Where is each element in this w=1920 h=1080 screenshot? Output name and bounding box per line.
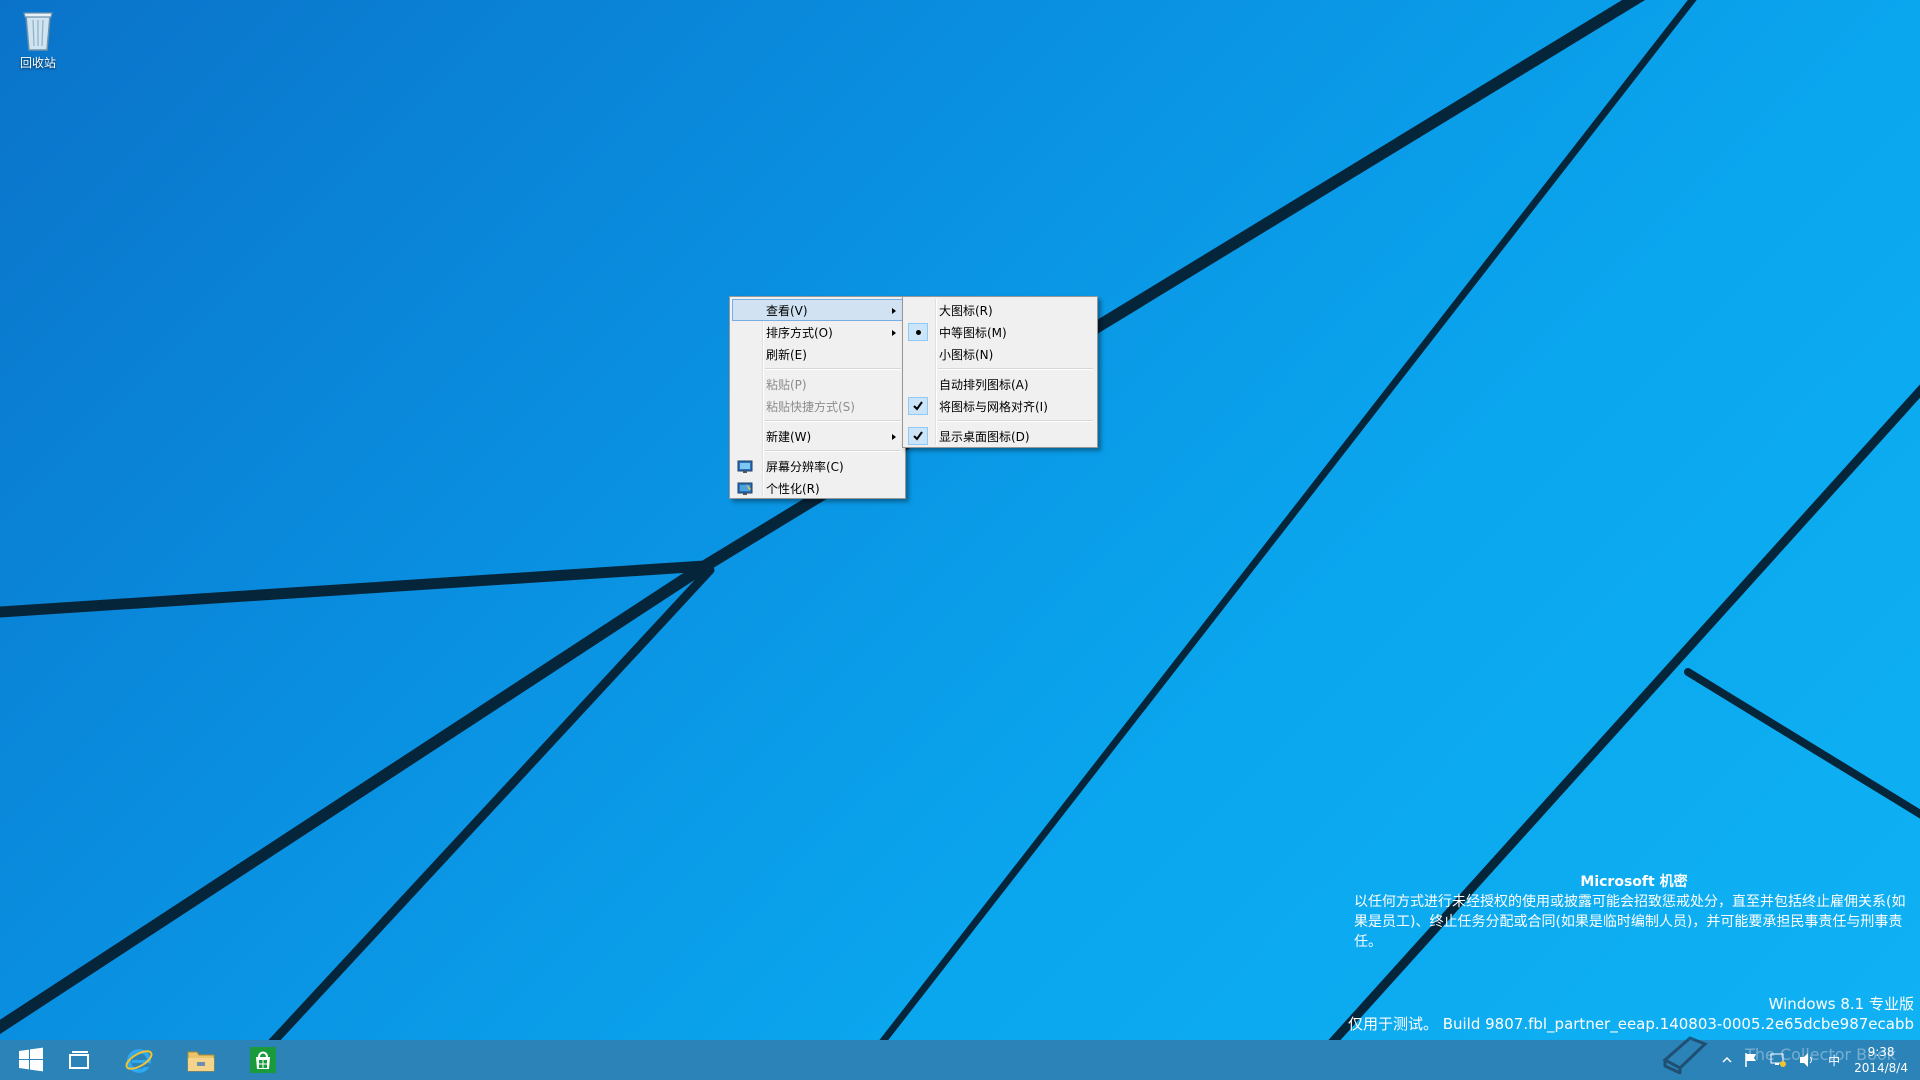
store-icon <box>250 1047 276 1073</box>
store-button[interactable] <box>232 1040 294 1080</box>
file-explorer-icon <box>187 1051 215 1072</box>
menu-item-view[interactable]: 查看(V) <box>732 299 903 321</box>
desktop[interactable]: 回收站 查看(V) 排序方式(O) 刷新(E) 粘贴(P) 粘贴快捷方式(S) … <box>0 0 1920 1040</box>
display-resolution-icon <box>737 460 753 473</box>
menu-separator <box>938 368 1093 370</box>
watermark-body: 以任何方式进行未经授权的使用或披露可能会招致惩戒处分，直至并包括终止雇佣关系(如… <box>1354 894 1906 950</box>
task-view-icon <box>69 1051 89 1069</box>
menu-item-screen-resolution[interactable]: 屏幕分辨率(C) <box>732 455 903 477</box>
menu-item-label: 中等图标(M) <box>939 326 1007 340</box>
menu-item-label: 屏幕分辨率(C) <box>766 460 844 474</box>
menu-item-label: 自动排列图标(A) <box>939 378 1029 392</box>
submenu-arrow-icon <box>892 330 896 336</box>
menu-item-sort-by[interactable]: 排序方式(O) <box>732 321 903 343</box>
watermark-title: Microsoft 机密 <box>1580 874 1688 890</box>
recycle-bin-icon <box>23 12 53 51</box>
menu-item-medium-icons[interactable]: 中等图标(M) <box>905 321 1095 343</box>
menu-item-label: 新建(W) <box>766 430 812 444</box>
menu-item-paste-shortcut: 粘贴快捷方式(S) <box>732 395 903 417</box>
menu-item-label: 刷新(E) <box>766 348 807 362</box>
menu-item-refresh[interactable]: 刷新(E) <box>732 343 903 365</box>
menu-item-label: 大图标(R) <box>939 304 993 318</box>
start-button-icon <box>19 1047 43 1072</box>
menu-item-label: 排序方式(O) <box>766 326 833 340</box>
menu-item-label: 查看(V) <box>766 304 808 318</box>
menu-separator <box>938 420 1093 422</box>
recycle-bin-label: 回收站 <box>19 56 56 70</box>
checkmark-icon <box>908 397 928 415</box>
edition-label: Windows 8.1 专业版 <box>1768 995 1914 1013</box>
menu-separator <box>765 368 901 370</box>
desktop-context-menu: 查看(V) 排序方式(O) 刷新(E) 粘贴(P) 粘贴快捷方式(S) 新建(W… <box>729 296 906 499</box>
book-logo-icon <box>1662 1036 1708 1074</box>
menu-item-label: 个性化(R) <box>766 482 820 496</box>
menu-item-label: 将图标与网格对齐(I) <box>939 400 1048 414</box>
menu-separator <box>765 420 901 422</box>
personalize-icon <box>737 482 753 495</box>
taskbar: 中 9:38 2014/8/4 <box>0 1040 1920 1080</box>
file-explorer-button[interactable] <box>170 1040 232 1080</box>
menu-item-personalize[interactable]: 个性化(R) <box>732 477 903 499</box>
menu-item-label: 粘贴(P) <box>766 378 807 392</box>
menu-item-paste: 粘贴(P) <box>732 373 903 395</box>
menu-item-small-icons[interactable]: 小图标(N) <box>905 343 1095 365</box>
menu-item-show-desktop-icons[interactable]: 显示桌面图标(D) <box>905 425 1095 447</box>
menu-item-align-to-grid[interactable]: 将图标与网格对齐(I) <box>905 395 1095 417</box>
recycle-bin-desktop-icon[interactable]: 回收站 <box>10 6 66 71</box>
task-view-button[interactable] <box>48 1040 110 1080</box>
checkmark-icon <box>908 427 928 445</box>
menu-item-label: 显示桌面图标(D) <box>939 430 1030 444</box>
submenu-arrow-icon <box>892 434 896 440</box>
menu-item-label: 粘贴快捷方式(S) <box>766 400 855 414</box>
menu-item-large-icons[interactable]: 大图标(R) <box>905 299 1095 321</box>
edition-info: Windows 8.1 专业版 仅用于测试。 Build 9807.fbl_pa… <box>1348 994 1914 1034</box>
menu-item-label: 小图标(N) <box>939 348 994 362</box>
menu-item-auto-arrange[interactable]: 自动排列图标(A) <box>905 373 1095 395</box>
view-submenu: 大图标(R) 中等图标(M) 小图标(N) 自动排列图标(A) 将图标与网格对齐… <box>902 296 1098 448</box>
confidential-watermark: Microsoft 机密 以任何方式进行未经授权的使用或披露可能会招致惩戒处分，… <box>1354 872 1914 952</box>
internet-explorer-button[interactable] <box>108 1040 170 1080</box>
build-label: 仅用于测试。 Build 9807.fbl_partner_eeap.14080… <box>1347 1015 1914 1033</box>
menu-separator <box>765 450 901 452</box>
internet-explorer-icon <box>125 1049 153 1073</box>
radio-dot-icon <box>908 323 928 341</box>
menu-item-new[interactable]: 新建(W) <box>732 425 903 447</box>
site-watermark-text: The Collector Book <box>1745 1045 1896 1064</box>
show-hidden-icons-icon[interactable] <box>1722 1056 1732 1064</box>
submenu-arrow-icon <box>892 308 896 314</box>
